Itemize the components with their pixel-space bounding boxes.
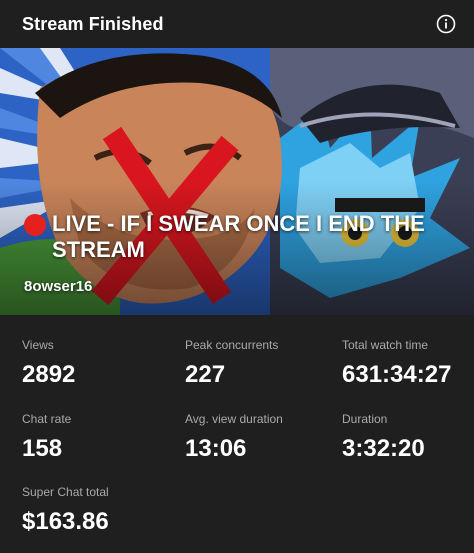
stat-label: Duration [342,412,388,426]
stat-value: 2892 [22,361,76,388]
stat-value: 227 [185,361,226,388]
stat-label: Peak concurrents [185,338,279,352]
stat-avg-view-duration: Avg. view duration 13:06 [185,411,283,462]
stats-grid: Views 2892 Peak concurrents 227 Total wa… [0,315,474,553]
stream-finished-card: Stream Finished LIVE - IF I SWEAR ONCE I… [0,0,474,553]
stat-value: 631:34:27 [342,361,452,388]
stream-title-text: LIVE - IF I SWEAR ONCE I END THE STREAM [52,211,425,262]
stat-label: Super Chat total [22,485,109,499]
stat-super-chat-total: Super Chat total $163.86 [22,484,109,535]
stat-value: 158 [22,435,63,462]
stat-label: Chat rate [22,412,72,426]
live-dot-icon [24,214,46,236]
stat-chat-rate: Chat rate 158 [22,411,71,462]
stat-total-watch-time: Total watch time 631:34:27 [342,337,451,388]
stat-peak-concurrents: Peak concurrents 227 [185,337,278,388]
channel-name[interactable]: 8owser16 [24,278,92,295]
stat-views: Views 2892 [22,337,75,388]
stat-label: Views [22,338,54,352]
stream-title: LIVE - IF I SWEAR ONCE I END THE STREAM [24,211,464,263]
stat-value: 3:32:20 [342,435,425,462]
stat-value: 13:06 [185,435,247,462]
stat-label: Total watch time [342,338,429,352]
stat-duration: Duration 3:32:20 [342,411,425,462]
stat-label: Avg. view duration [185,412,283,426]
header: Stream Finished [0,0,474,48]
stat-value: $163.86 [22,508,109,535]
stream-thumbnail[interactable]: LIVE - IF I SWEAR ONCE I END THE STREAM … [0,48,474,315]
header-title: Stream Finished [22,13,164,34]
info-icon[interactable] [436,14,456,34]
